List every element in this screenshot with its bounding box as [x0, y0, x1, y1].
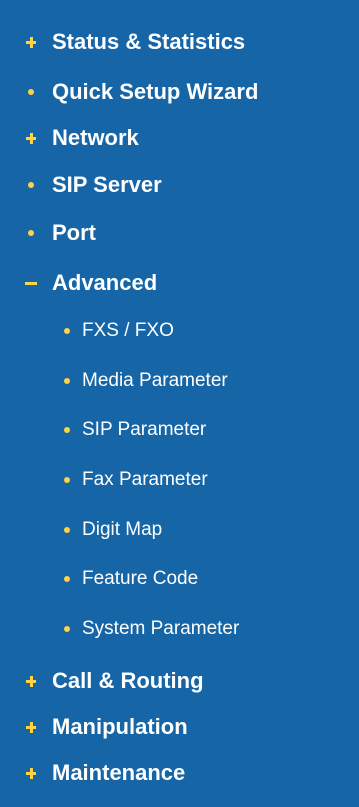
bullet-icon — [24, 226, 38, 240]
menu-item-label: Manipulation — [52, 714, 188, 739]
submenu-item-system-parameter[interactable]: System Parameter — [0, 612, 359, 646]
bullet-icon — [64, 427, 70, 433]
submenu-item-label: Feature Code — [82, 568, 199, 589]
menu-item-label: Port — [52, 220, 96, 245]
menu-item-advanced[interactable]: Advanced — [0, 266, 359, 300]
submenu-item-fxs-fxo[interactable]: FXS / FXO — [0, 314, 359, 348]
submenu-item-label: SIP Parameter — [82, 419, 207, 440]
menu-item-label: SIP Server — [52, 172, 162, 197]
submenu-item-media-parameter[interactable]: Media Parameter — [0, 364, 359, 398]
menu-item-network[interactable]: Network — [0, 121, 359, 155]
menu-item-label: Call & Routing — [52, 668, 204, 693]
bullet-icon — [64, 626, 70, 632]
menu-item-maintenance[interactable]: Maintenance — [0, 756, 359, 790]
plus-icon — [24, 766, 38, 780]
menu-item-quick-setup-wizard[interactable]: Quick Setup Wizard — [0, 75, 359, 109]
menu-item-port[interactable]: Port — [0, 216, 359, 250]
menu-item-status-statistics[interactable]: Status & Statistics — [0, 25, 359, 59]
menu-item-label: Maintenance — [52, 760, 186, 785]
minus-icon — [24, 276, 38, 290]
plus-icon — [24, 131, 38, 145]
submenu-item-feature-code[interactable]: Feature Code — [0, 562, 359, 596]
menu-item-manipulation[interactable]: Manipulation — [0, 710, 359, 744]
menu-item-label: Status & Statistics — [52, 29, 246, 54]
menu-item-call-routing[interactable]: Call & Routing — [0, 664, 359, 698]
submenu-item-label: Media Parameter — [82, 370, 228, 391]
plus-icon — [24, 720, 38, 734]
submenu-item-sip-parameter[interactable]: SIP Parameter — [0, 413, 359, 447]
submenu-item-fax-parameter[interactable]: Fax Parameter — [0, 463, 359, 497]
submenu-item-label: Fax Parameter — [82, 469, 208, 490]
submenu-item-digit-map[interactable]: Digit Map — [0, 513, 359, 547]
menu-item-label: Advanced — [52, 270, 158, 295]
bullet-icon — [64, 328, 70, 334]
menu-item-label: Network — [52, 125, 139, 150]
plus-icon — [24, 35, 38, 49]
bullet-icon — [64, 378, 70, 384]
plus-icon — [24, 674, 38, 688]
bullet-icon — [64, 527, 70, 533]
bullet-icon — [24, 178, 38, 192]
menu-item-sip-server[interactable]: SIP Server — [0, 168, 359, 202]
menu-item-label: Quick Setup Wizard — [52, 79, 259, 104]
submenu-item-label: FXS / FXO — [82, 320, 174, 341]
bullet-icon — [64, 477, 70, 483]
submenu-item-label: Digit Map — [82, 519, 163, 540]
bullet-icon — [24, 85, 38, 99]
bullet-icon — [64, 576, 70, 582]
navigation-menu: Status & Statistics Quick Setup Wizard N… — [0, 0, 359, 807]
submenu-item-label: System Parameter — [82, 618, 240, 639]
